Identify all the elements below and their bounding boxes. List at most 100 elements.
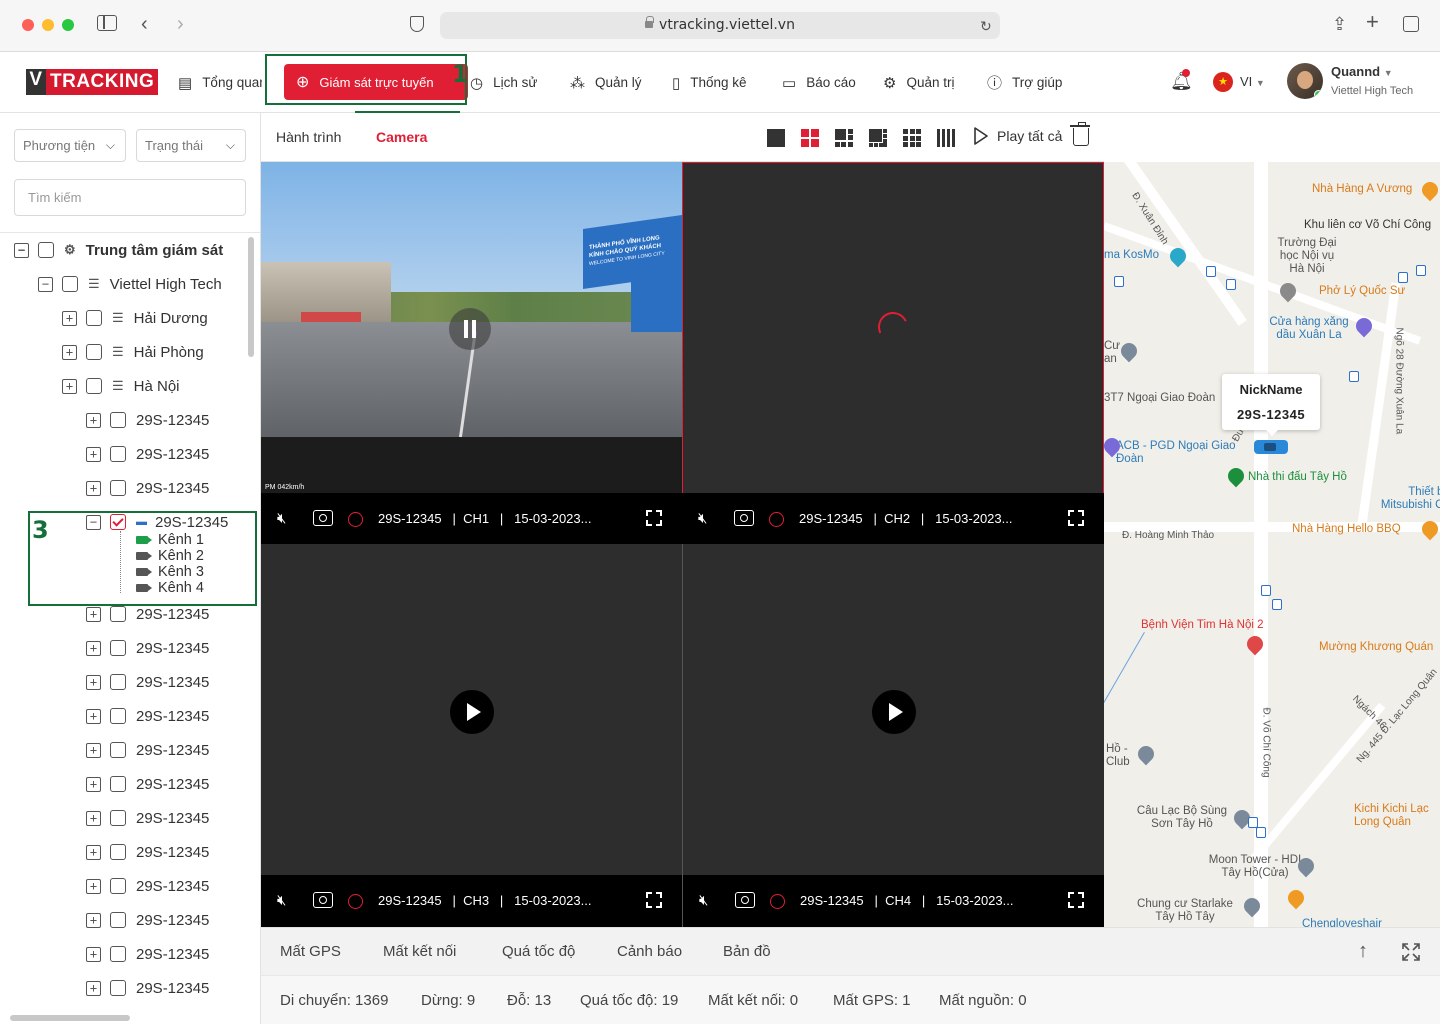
expand-icon[interactable]: +: [86, 844, 101, 860]
checkbox[interactable]: [110, 810, 126, 826]
bus-stop-icon[interactable]: [1272, 599, 1282, 610]
nav-stats[interactable]: ▯ Thống kê: [672, 52, 747, 113]
checkbox[interactable]: [110, 742, 126, 758]
camera-snapshot-icon[interactable]: [313, 892, 333, 908]
vehicle-filter-select[interactable]: Phương tiện ⌵: [14, 129, 126, 162]
checkbox[interactable]: [110, 912, 126, 928]
tab-map[interactable]: Bản đồ: [723, 943, 771, 960]
stadium-pin-icon[interactable]: [1224, 464, 1248, 488]
expand-icon[interactable]: +: [86, 412, 101, 428]
bus-stop-icon[interactable]: [1349, 371, 1359, 382]
bus-stop-icon[interactable]: [1206, 266, 1216, 277]
tree-vehicle[interactable]: +29S-12345: [86, 477, 209, 499]
nav-report[interactable]: ▭ Báo cáo: [782, 52, 856, 113]
layout-8-icon[interactable]: [869, 129, 887, 147]
expand-icon[interactable]: +: [86, 810, 101, 826]
bus-stop-icon[interactable]: [1256, 827, 1266, 838]
expand-icon[interactable]: +: [86, 980, 101, 996]
expand-icon[interactable]: +: [86, 742, 101, 758]
trash-icon[interactable]: [1070, 122, 1090, 146]
nav-history[interactable]: ◷ Lịch sử: [470, 52, 537, 113]
expand-icon[interactable]: +: [86, 674, 101, 690]
record-icon[interactable]: [348, 894, 363, 909]
tree-vehicle[interactable]: +29S-12345: [86, 443, 209, 465]
collapse-icon[interactable]: −: [14, 242, 29, 258]
collapse-icon[interactable]: −: [38, 276, 53, 292]
tree-vehicle[interactable]: +29S-12345: [86, 603, 209, 625]
bus-stop-icon[interactable]: [1398, 272, 1408, 283]
checkbox[interactable]: [62, 276, 78, 292]
expand-icon[interactable]: +: [62, 310, 77, 326]
play-button[interactable]: [872, 690, 916, 734]
layout-4-icon[interactable]: [801, 129, 819, 147]
forward-icon[interactable]: ›: [177, 14, 184, 34]
status-filter-select[interactable]: Trạng thái ⌵: [136, 129, 246, 162]
arrow-up-icon[interactable]: ↑: [1358, 940, 1368, 963]
fullscreen-icon[interactable]: [646, 510, 662, 526]
layout-1-icon[interactable]: [767, 129, 785, 147]
layout-6-icon[interactable]: [835, 129, 853, 147]
tree-vehicle[interactable]: +29S-12345: [86, 637, 209, 659]
tree-vehicle[interactable]: +29S-12345: [86, 773, 209, 795]
horizontal-scrollbar[interactable]: [10, 1015, 130, 1021]
video-cell-ch3[interactable]: 🔇︎ 29S-12345 | CH3 | 15-03-2023...: [261, 544, 682, 927]
tree-company[interactable]: − ☰ Viettel High Tech: [38, 273, 222, 295]
expand-icon[interactable]: +: [86, 946, 101, 962]
checkbox[interactable]: [110, 480, 126, 496]
notification-bell-icon[interactable]: 🔔︎: [1170, 69, 1193, 92]
tree-vehicle[interactable]: +29S-12345: [86, 977, 209, 999]
checkbox[interactable]: [86, 310, 102, 326]
record-icon[interactable]: [348, 512, 363, 527]
checkbox[interactable]: [110, 674, 126, 690]
video-cell-ch1[interactable]: THÀNH PHỐ VĨNH LONG KÍNH CHÀO QUÝ KHÁCH WE…: [261, 162, 682, 545]
expand-icon[interactable]: +: [62, 378, 77, 394]
checkbox[interactable]: [110, 606, 126, 622]
zoom-window-button[interactable]: [62, 19, 74, 31]
vtracking-logo[interactable]: V TRACKING: [26, 69, 159, 95]
vertical-scrollbar[interactable]: [248, 237, 254, 357]
checkbox[interactable]: [110, 446, 126, 462]
tab-over-speed[interactable]: Quá tốc độ: [502, 943, 575, 960]
avatar[interactable]: [1287, 63, 1323, 99]
expand-icon[interactable]: +: [86, 878, 101, 894]
tree-group[interactable]: + ☰ Hải Phòng: [62, 341, 204, 363]
sidebar-toggle-icon[interactable]: [97, 15, 117, 31]
tree-vehicle[interactable]: +29S-12345: [86, 909, 209, 931]
checkbox[interactable]: [86, 378, 102, 394]
layout-9-icon[interactable]: [903, 129, 921, 147]
minimize-window-button[interactable]: [42, 19, 54, 31]
layout-16-icon[interactable]: [937, 129, 955, 147]
expand-icon[interactable]: +: [86, 776, 101, 792]
expand-icon[interactable]: +: [86, 606, 101, 622]
tree-group[interactable]: + ☰ Hải Dương: [62, 307, 208, 329]
tree-vehicle[interactable]: +29S-12345: [86, 739, 209, 761]
vietnam-flag-icon[interactable]: ★: [1213, 72, 1233, 92]
checkbox[interactable]: [110, 980, 126, 996]
tab-lost-connection[interactable]: Mất kết nối: [383, 943, 456, 960]
expand-icon[interactable]: +: [86, 480, 101, 496]
place-pin-icon[interactable]: [1117, 339, 1141, 363]
record-icon[interactable]: [770, 894, 785, 909]
checkbox[interactable]: [110, 878, 126, 894]
mute-icon[interactable]: 🔇︎: [277, 892, 286, 909]
checkbox[interactable]: [110, 412, 126, 428]
checkbox[interactable]: [86, 344, 102, 360]
checkbox[interactable]: [110, 844, 126, 860]
tab-journey[interactable]: Hành trình: [276, 113, 341, 161]
tree-vehicle[interactable]: +29S-12345: [86, 841, 209, 863]
camera-snapshot-icon[interactable]: [735, 892, 755, 908]
tree-vehicle[interactable]: +29S-12345: [86, 943, 209, 965]
bus-stop-icon[interactable]: [1261, 585, 1271, 596]
fullscreen-icon[interactable]: [646, 892, 662, 908]
nav-overview[interactable]: ▤ Tổng quan: [178, 52, 262, 113]
bus-stop-icon[interactable]: [1416, 265, 1426, 276]
tree-group[interactable]: + ☰ Hà Nội: [62, 375, 180, 397]
bus-stop-icon[interactable]: [1226, 279, 1236, 290]
address-bar[interactable]: vtracking.viettel.vn: [440, 12, 1000, 39]
tab-warning[interactable]: Cảnh báo: [617, 943, 682, 960]
expand-icon[interactable]: +: [86, 708, 101, 724]
tabs-overview-icon[interactable]: [1403, 16, 1419, 32]
tree-vehicle[interactable]: +29S-12345: [86, 807, 209, 829]
bus-stop-icon[interactable]: [1114, 276, 1124, 287]
video-cell-ch2[interactable]: 🔇︎ 29S-12345 | CH2 | 15-03-2023...: [682, 162, 1104, 545]
